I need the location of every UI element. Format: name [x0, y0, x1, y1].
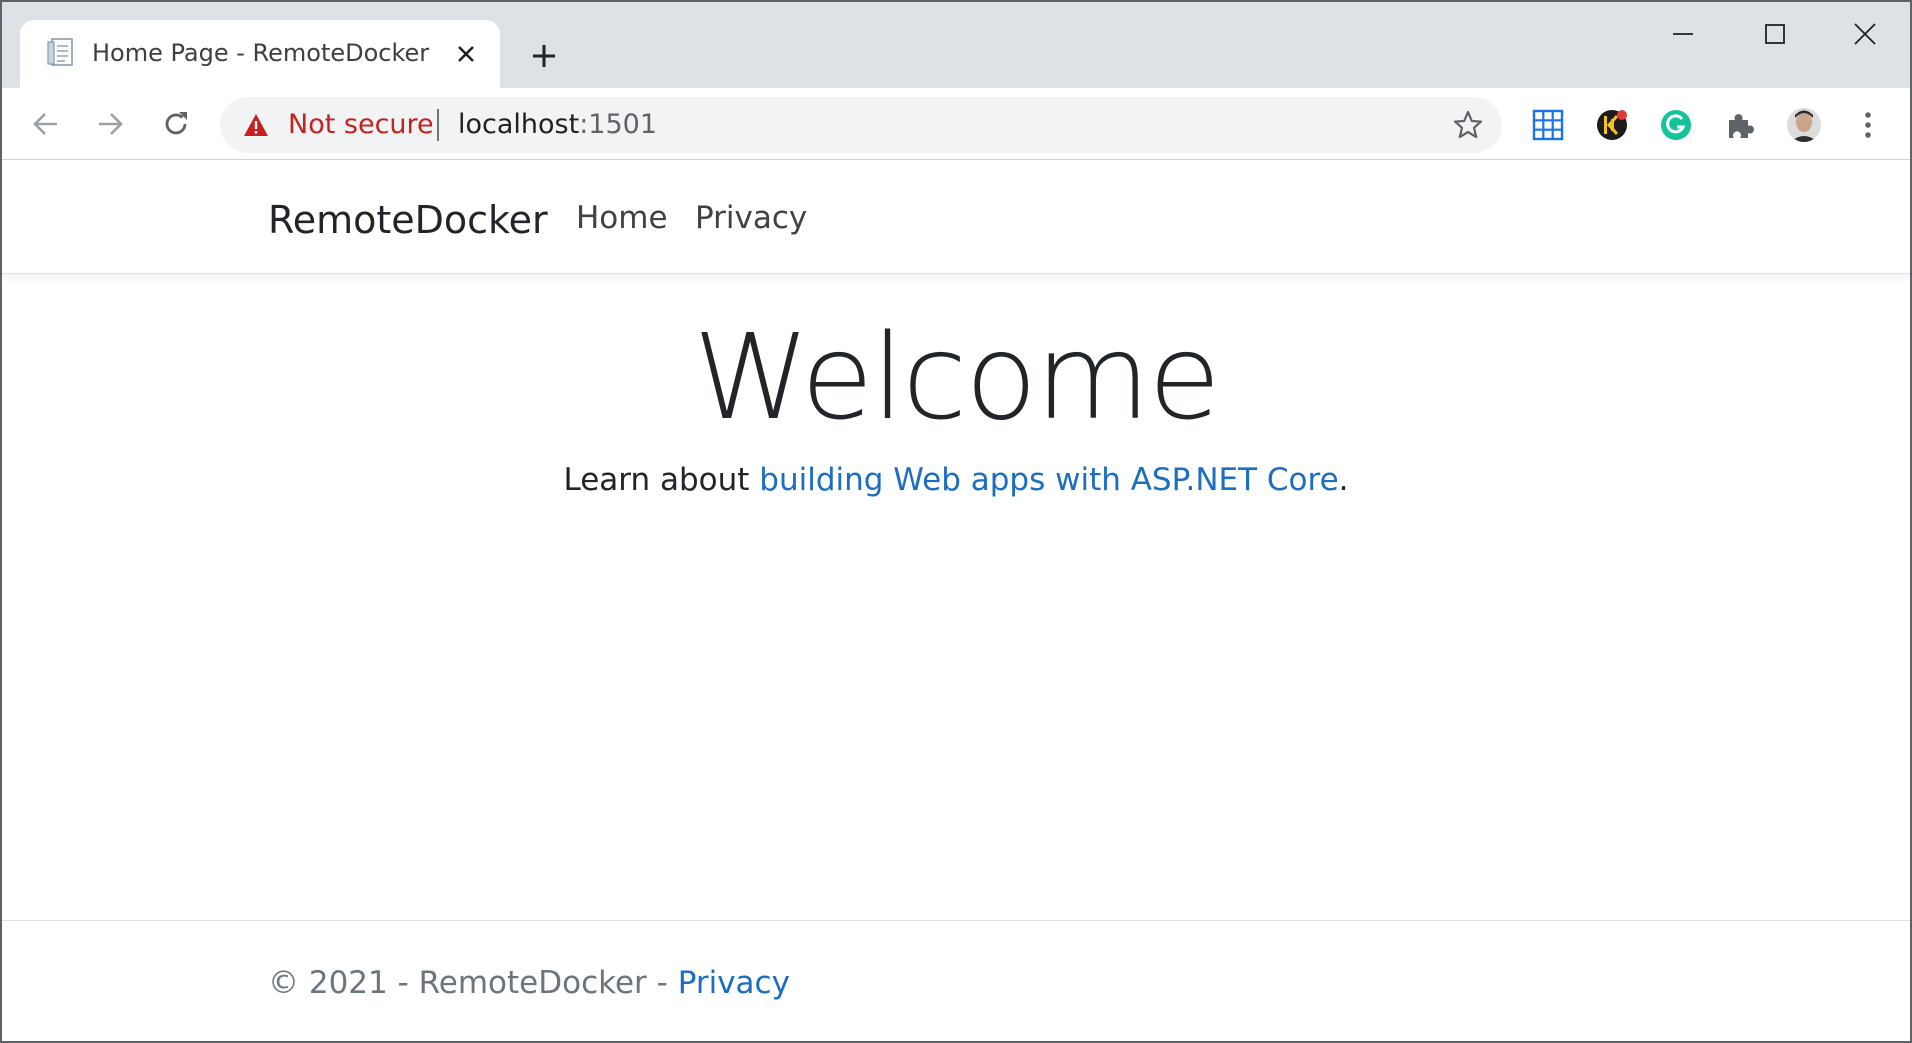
- nav-privacy-link[interactable]: Privacy: [695, 200, 807, 236]
- browser-toolbar: Not secure localhost:1501: [2, 88, 1910, 160]
- learn-paragraph: Learn about building Web apps with ASP.N…: [2, 462, 1910, 498]
- more-menu-icon[interactable]: [1848, 105, 1888, 145]
- browser-window: Home Page - RemoteDocker Not secure loca…: [0, 0, 1912, 1043]
- url-host: localhost: [458, 109, 580, 140]
- forward-arrow-icon[interactable]: [90, 104, 130, 144]
- url-port: :1501: [579, 109, 658, 140]
- grammarly-icon[interactable]: [1656, 105, 1696, 145]
- tab-strip: Home Page - RemoteDocker: [2, 2, 1910, 88]
- warning-icon[interactable]: [242, 111, 270, 139]
- maximize-icon[interactable]: [1740, 14, 1810, 54]
- reload-icon[interactable]: [156, 104, 196, 144]
- omnibox-separator: [437, 109, 439, 141]
- url-text[interactable]: localhost:1501: [458, 109, 657, 140]
- footer-privacy-link[interactable]: Privacy: [678, 965, 790, 1001]
- tab-title: Home Page - RemoteDocker: [92, 39, 430, 67]
- extensions-puzzle-icon[interactable]: [1720, 105, 1760, 145]
- minimize-icon[interactable]: [1648, 14, 1718, 54]
- keeper-extension-icon[interactable]: [1592, 105, 1632, 145]
- site-navbar: RemoteDocker Home Privacy: [2, 160, 1910, 274]
- bookmark-star-icon[interactable]: [1452, 109, 1484, 141]
- security-status-label[interactable]: Not secure: [288, 109, 434, 140]
- grid-extension-icon[interactable]: [1528, 105, 1568, 145]
- footer-text: © 2021 - RemoteDocker - Privacy: [268, 965, 790, 1001]
- site-brand-link[interactable]: RemoteDocker: [268, 198, 548, 242]
- back-arrow-icon[interactable]: [26, 104, 66, 144]
- browser-tab[interactable]: Home Page - RemoteDocker: [20, 20, 500, 88]
- new-tab-icon[interactable]: [526, 38, 562, 74]
- site-footer: © 2021 - RemoteDocker - Privacy: [2, 920, 1910, 1041]
- profile-avatar[interactable]: [1784, 105, 1824, 145]
- page-favicon-icon: [44, 36, 78, 70]
- nav-home-link[interactable]: Home: [576, 200, 668, 236]
- aspnet-docs-link[interactable]: building Web apps with ASP.NET Core: [759, 462, 1338, 498]
- learn-prefix: Learn about: [563, 462, 760, 498]
- web-page: RemoteDocker Home Privacy Welcome Learn …: [2, 160, 1910, 1041]
- welcome-heading: Welcome: [693, 308, 1221, 446]
- window-close-icon[interactable]: [1830, 14, 1900, 54]
- tab-close-icon[interactable]: [454, 42, 478, 66]
- learn-suffix: .: [1338, 462, 1349, 498]
- address-bar[interactable]: Not secure localhost:1501: [220, 97, 1502, 153]
- footer-copyright: © 2021 - RemoteDocker -: [268, 965, 678, 1001]
